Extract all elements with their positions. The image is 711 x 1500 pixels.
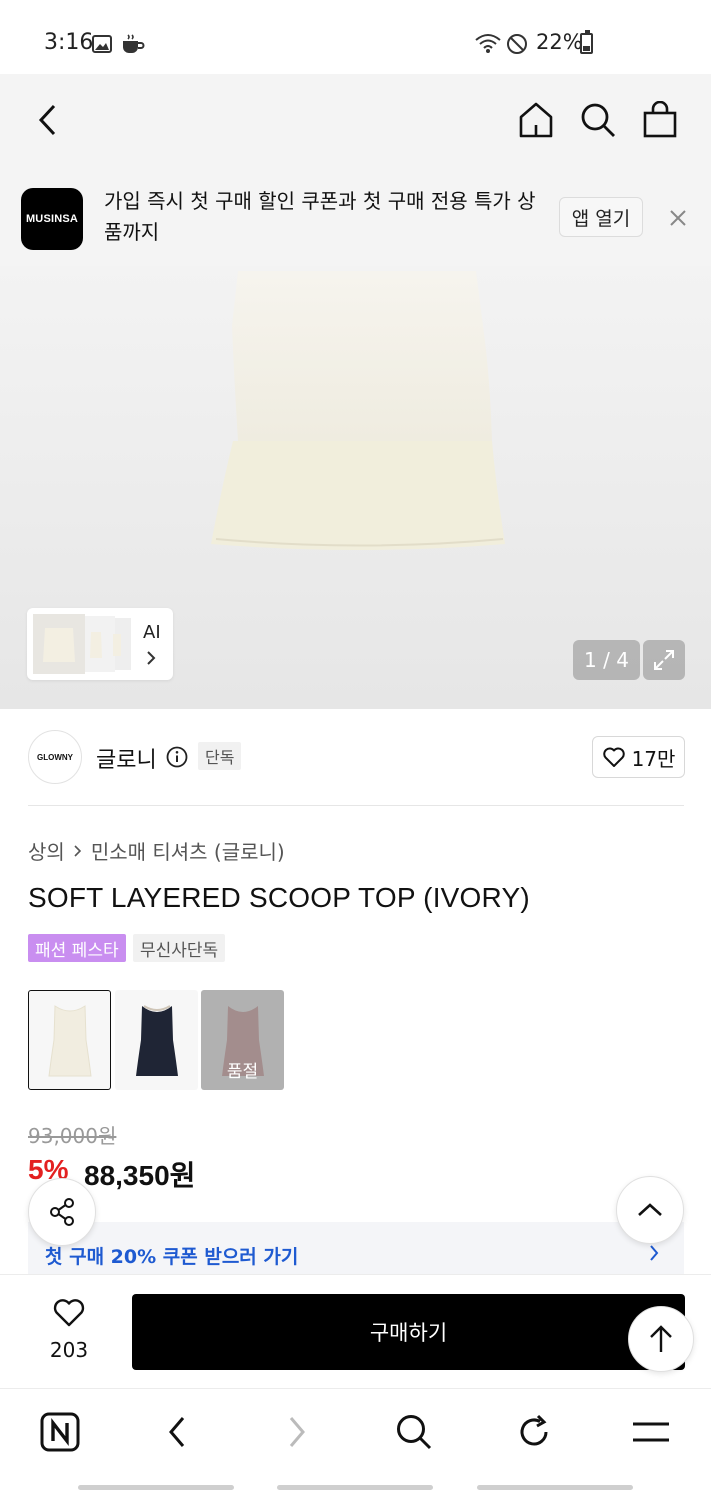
refresh-button[interactable]	[509, 1407, 559, 1457]
cart-button[interactable]	[638, 98, 682, 142]
naver-home-button[interactable]	[35, 1407, 85, 1457]
battery-percent: 22%	[536, 30, 583, 54]
wifi-icon	[474, 32, 502, 58]
musinsa-logo: MUSINSA	[21, 188, 83, 250]
chevron-right-icon	[650, 1245, 659, 1261]
wish-count: 203	[49, 1338, 89, 1362]
refresh-icon	[520, 1414, 548, 1446]
expand-icon	[654, 650, 674, 670]
color-option-navy[interactable]	[115, 990, 198, 1090]
gallery-notification-icon	[92, 35, 112, 57]
ai-styling-thumbnail[interactable]: AI	[27, 608, 173, 680]
naver-n-icon	[40, 1412, 80, 1452]
wish-button[interactable]	[52, 1298, 86, 1332]
buy-button[interactable]: 구매하기	[132, 1294, 685, 1370]
gesture-bar	[277, 1485, 433, 1490]
divider	[28, 805, 684, 806]
open-app-button[interactable]: 앱 열기	[559, 197, 643, 237]
original-price: 93,000원	[28, 1124, 117, 1148]
soldout-label: 품절	[226, 1062, 259, 1082]
breadcrumb: 상의 민소매 티셔츠 (글로니)	[28, 836, 285, 865]
top-header	[0, 74, 711, 166]
battery-icon	[580, 30, 593, 54]
breadcrumb-subcategory[interactable]: 민소매 티셔츠 (글로니)	[91, 836, 285, 865]
close-icon	[670, 210, 686, 226]
search-icon	[397, 1415, 432, 1450]
first-purchase-coupon-banner[interactable]: 첫 구매 20% 쿠폰 받으러 가기	[28, 1222, 684, 1274]
search-button[interactable]	[576, 98, 620, 142]
coffee-notification-icon	[121, 33, 145, 59]
app-install-banner: MUSINSA 가입 즉시 첫 구매 할인 쿠폰과 첫 구매 전용 특가 상품까…	[0, 166, 711, 266]
musinsa-exclusive-tag: 무신사단독	[133, 934, 226, 962]
navy-top-thumbnail	[135, 1005, 178, 1076]
coupon-text: 첫 구매 20% 쿠폰 받으러 가기	[45, 1246, 299, 1268]
product-image-gallery[interactable]: AI 1 / 4	[0, 266, 711, 709]
expand-image-button[interactable]	[643, 640, 685, 680]
search-icon	[581, 103, 615, 137]
share-icon	[50, 1198, 74, 1226]
heart-icon	[53, 1299, 85, 1327]
shopping-bag-icon	[643, 101, 677, 138]
back-button[interactable]	[26, 98, 70, 142]
gesture-bar	[78, 1485, 234, 1490]
fashion-festa-tag: 패션 페스타	[28, 934, 126, 962]
arrow-up-icon	[650, 1325, 672, 1352]
hamburger-menu-icon	[633, 1422, 669, 1442]
product-image	[211, 271, 505, 550]
home-button[interactable]	[514, 98, 558, 142]
image-counter: 1 / 4	[573, 640, 640, 680]
ivory-top-thumbnail	[47, 1005, 92, 1077]
scroll-to-top-button[interactable]	[628, 1306, 694, 1372]
browser-nav-bar	[0, 1388, 711, 1500]
breadcrumb-category[interactable]: 상의	[28, 836, 65, 865]
heart-icon	[602, 747, 625, 767]
status-bar: 3:16 22%	[0, 0, 711, 74]
collapse-button[interactable]	[616, 1176, 684, 1244]
chevron-up-icon	[638, 1203, 662, 1216]
color-option-ivory[interactable]	[28, 990, 111, 1090]
banner-message: 가입 즉시 첫 구매 할인 쿠폰과 첫 구매 전용 특가 상품까지	[104, 189, 536, 244]
ai-label: AI	[143, 622, 161, 643]
chevron-right-icon	[147, 651, 156, 665]
color-option-pink[interactable]: 품절	[201, 990, 284, 1090]
menu-button[interactable]	[626, 1407, 676, 1457]
share-button[interactable]	[28, 1178, 96, 1246]
exclusive-badge: 단독	[198, 742, 242, 770]
home-icon	[519, 102, 553, 138]
status-time: 3:16	[44, 30, 94, 55]
chevron-right-icon	[289, 1417, 305, 1447]
browser-forward-button[interactable]	[272, 1407, 322, 1457]
product-title: SOFT LAYERED SCOOP TOP (IVORY)	[28, 882, 530, 913]
brand-like-button[interactable]: 17만	[592, 736, 685, 778]
brand-name[interactable]: 글로니	[96, 742, 157, 774]
chevron-right-icon	[74, 844, 81, 857]
chevron-left-icon	[38, 104, 56, 136]
banner-close-button[interactable]	[664, 204, 692, 232]
ai-thumb-images	[33, 614, 131, 674]
browser-back-button[interactable]	[152, 1407, 202, 1457]
brand-like-count: 17만	[631, 746, 676, 771]
do-not-disturb-icon	[506, 33, 528, 59]
chevron-left-icon	[169, 1417, 185, 1447]
brand-logo[interactable]: GLOWNY	[28, 730, 82, 784]
gesture-bar	[477, 1485, 633, 1490]
info-icon[interactable]	[166, 746, 188, 772]
browser-search-button[interactable]	[389, 1407, 439, 1457]
sale-price: 88,350원	[84, 1160, 196, 1191]
